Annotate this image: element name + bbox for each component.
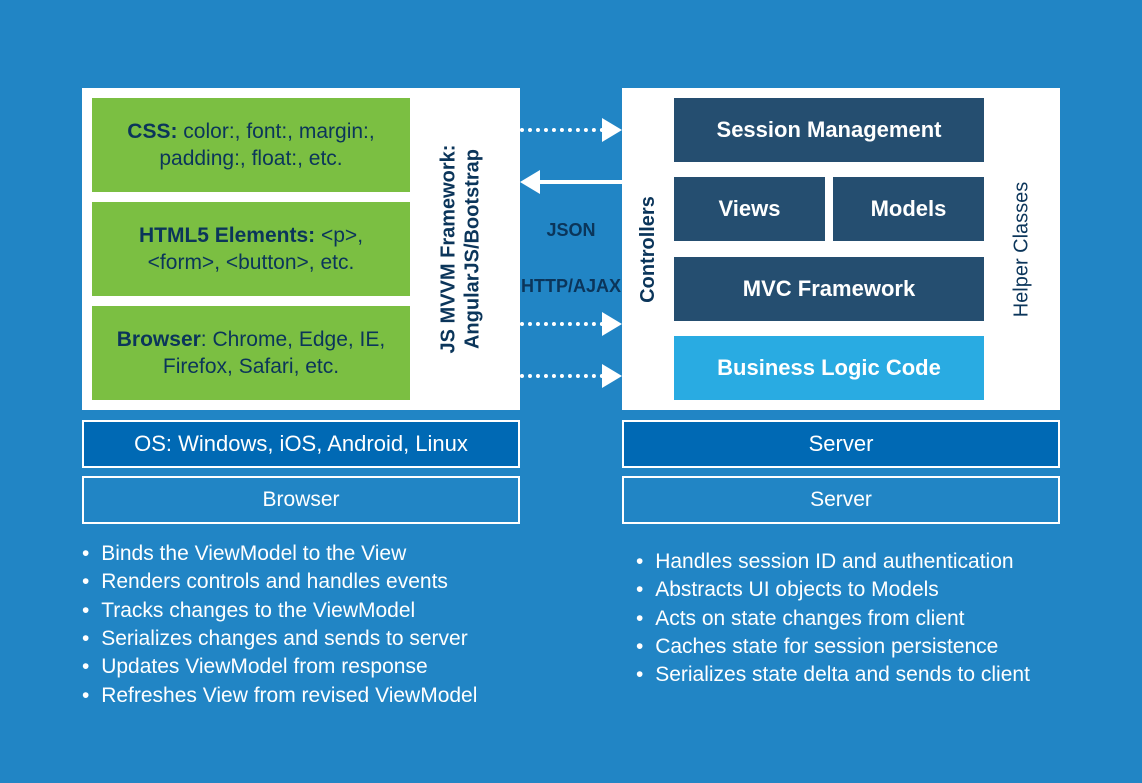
css-text: color:, font:, margin:, padding:, float:… <box>159 120 374 170</box>
bullet-item: Updates ViewModel from response <box>103 653 542 681</box>
bullet-item: Serializes changes and sends to server <box>103 625 542 653</box>
business-logic-box: Business Logic Code <box>674 336 984 400</box>
mvvm-framework-line1: JS MVVM Framework: <box>436 145 460 354</box>
controllers-label: Controllers <box>637 196 660 303</box>
browser-main-panel: CSS: color:, font:, margin:, padding:, f… <box>82 88 520 410</box>
css-label: CSS: <box>127 120 177 143</box>
conn-back-1 <box>538 180 622 184</box>
http-ajax-label: HTTP/AJAX <box>510 276 632 297</box>
bullet-item: Serializes state delta and sends to clie… <box>657 661 1076 689</box>
session-management-box: Session Management <box>674 98 984 162</box>
css-box: CSS: color:, font:, margin:, padding:, f… <box>92 98 410 192</box>
browser-bullets: Binds the ViewModel to the ViewRenders c… <box>82 540 542 710</box>
conn-out-1 <box>520 128 604 132</box>
arrow-right-icon <box>602 364 622 388</box>
html5-label: HTML5 Elements: <box>139 224 315 247</box>
server-bar: Server <box>622 420 1060 468</box>
conn-out-2 <box>520 322 604 326</box>
server-bullets: Handles session ID and authenticationAbs… <box>636 548 1076 690</box>
json-label: JSON <box>520 220 622 241</box>
bullet-item: Acts on state changes from client <box>657 605 1076 633</box>
arrow-left-icon <box>520 170 540 194</box>
bullet-item: Renders controls and handles events <box>103 568 542 596</box>
bullet-item: Binds the ViewModel to the View <box>103 540 542 568</box>
controllers-column: Controllers <box>622 88 674 410</box>
bullet-item: Tracks changes to the ViewModel <box>103 597 542 625</box>
server-main-panel: Controllers Session Management Views Mod… <box>622 88 1060 410</box>
views-box: Views <box>674 177 825 241</box>
bullet-item: Abstracts UI objects to Models <box>657 576 1076 604</box>
conn-out-3 <box>520 374 604 378</box>
bullet-item: Refreshes View from revised ViewModel <box>103 682 542 710</box>
browser-box: Browser: Chrome, Edge, IE, Firefox, Safa… <box>92 306 410 400</box>
os-text: OS: Windows, iOS, Android, Linux <box>134 431 468 457</box>
mvc-framework-box: MVC Framework <box>674 257 984 321</box>
browser-section-label: Browser <box>82 476 520 524</box>
helper-classes-label: Helper Classes <box>1011 181 1034 317</box>
os-bar: OS: Windows, iOS, Android, Linux <box>82 420 520 468</box>
server-section-label: Server <box>622 476 1060 524</box>
browser-stack: CSS: color:, font:, margin:, padding:, f… <box>82 88 520 524</box>
bullet-item: Handles session ID and authentication <box>657 548 1076 576</box>
arrow-right-icon <box>602 118 622 142</box>
helper-classes-column: Helper Classes <box>984 88 1060 410</box>
models-box: Models <box>833 177 984 241</box>
server-stack: Controllers Session Management Views Mod… <box>622 88 1060 524</box>
mvvm-framework-line2: AngularJS/Bootstrap <box>460 145 484 354</box>
bullet-item: Caches state for session persistence <box>657 633 1076 661</box>
mvvm-framework-column: JS MVVM Framework: AngularJS/Bootstrap <box>410 88 510 410</box>
arrow-right-icon <box>602 312 622 336</box>
browser-label: Browser <box>117 328 201 351</box>
html5-box: HTML5 Elements: <p>, <form>, <button>, e… <box>92 202 410 296</box>
